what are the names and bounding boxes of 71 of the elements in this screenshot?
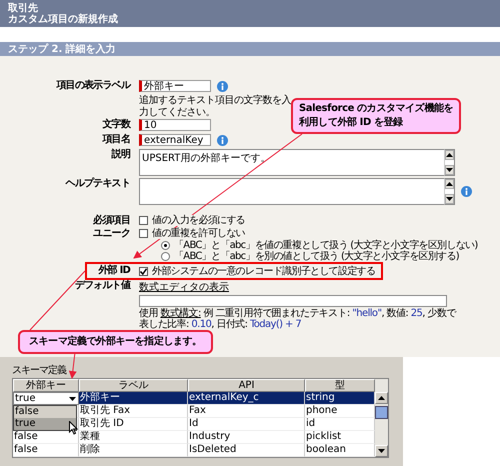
- column-header[interactable]: 外部キー: [13, 379, 79, 392]
- table-cell: externalKey_c: [188, 392, 305, 405]
- checkbox[interactable]: [139, 229, 148, 238]
- table-cell: phone: [305, 405, 375, 418]
- scrollbar-thumb[interactable]: [375, 406, 388, 419]
- scroll-up-icon[interactable]: [446, 153, 453, 157]
- radio-button[interactable]: [161, 252, 170, 261]
- info-icon[interactable]: [217, 80, 228, 92]
- checkmark-icon: [140, 268, 147, 274]
- formula-editor-link[interactable]: 数式エディタの表示: [139, 282, 229, 293]
- field-label: ヘルプテキスト: [66, 178, 130, 190]
- checkbox[interactable]: [139, 216, 148, 225]
- scroll-down-icon[interactable]: [378, 449, 385, 453]
- table-cell: 業種: [79, 431, 188, 444]
- table-cell: IsDeleted: [188, 444, 305, 457]
- cursor-icon: [69, 421, 78, 435]
- table-cell: 削除: [79, 444, 188, 457]
- option-text: 値の入力を必須にする: [152, 215, 246, 226]
- column-header[interactable]: ラベル: [79, 379, 188, 392]
- table-cell: 外部キー: [79, 392, 188, 405]
- scrollbar[interactable]: [375, 379, 388, 457]
- dropdown-option[interactable]: true: [14, 418, 76, 430]
- table-cell: 取引先 ID: [79, 418, 188, 431]
- field-label: デフォルト値: [74, 280, 130, 292]
- scroll-up-icon[interactable]: [446, 182, 453, 186]
- schema-title: スキーマ定義: [12, 364, 66, 378]
- table-cell: false: [13, 431, 79, 444]
- page-title: カスタム項目の新規作成: [8, 14, 119, 25]
- text-field[interactable]: 10: [139, 119, 211, 131]
- column-header[interactable]: 型: [305, 379, 375, 392]
- object-name: 取引先: [8, 3, 39, 14]
- table-cell: Id: [188, 418, 305, 431]
- info-icon[interactable]: [461, 186, 472, 197]
- text-field[interactable]: externalKey: [139, 134, 211, 146]
- checkbox[interactable]: [139, 266, 148, 276]
- option-text: 外部システムの一意のレコード識別子として設定する: [152, 266, 376, 276]
- dropdown-arrow-icon[interactable]: [69, 396, 76, 400]
- dropdown-field[interactable]: true: [13, 392, 79, 405]
- table-cell: id: [305, 418, 375, 431]
- field-label: 説明: [112, 149, 130, 161]
- arrow: [68, 352, 77, 379]
- table-cell: string: [305, 392, 375, 405]
- field-label: 文字数: [102, 119, 130, 131]
- field-label: 外部 ID: [98, 265, 130, 277]
- table-cell: Fax: [188, 405, 305, 418]
- usage-text: 使用 数式構文: 例 二重引用符で囲まれたテキスト: "hello", 数値: 25, 少数で表した比率: 0.10, 日付式: Today() + 7: [139, 308, 457, 330]
- scroll-up-icon[interactable]: [378, 396, 385, 400]
- option-text: 値の重複を許可しない: [152, 228, 246, 239]
- scrollbar[interactable]: [444, 149, 455, 176]
- scroll-down-icon[interactable]: [446, 197, 453, 201]
- radio-button[interactable]: [161, 241, 170, 250]
- field-label: 項目の表示ラベル: [56, 80, 130, 92]
- table-cell: false: [13, 444, 79, 457]
- scroll-down-icon[interactable]: [446, 168, 453, 172]
- scrollbar[interactable]: [444, 178, 455, 205]
- info-icon[interactable]: [217, 134, 228, 146]
- step-title: ステップ 2. 詳細を入力: [8, 42, 116, 56]
- syntax-link[interactable]: 数式構文:: [160, 308, 201, 319]
- callout: スキーマ定義で外部キーを指定します。: [18, 330, 213, 354]
- table-cell: picklist: [305, 431, 375, 444]
- hint-text: 追加するテキスト項目の文字数を入力してください。: [139, 95, 291, 119]
- field-label: 必須項目: [93, 214, 130, 226]
- field-label: ユニーク: [93, 228, 130, 240]
- default-value-field[interactable]: [139, 295, 447, 307]
- column-header[interactable]: API: [188, 379, 305, 392]
- callout: Salesforce のカスタマイズ機能を 利用して外部 ID を登録: [291, 98, 462, 134]
- text-area[interactable]: UPSERT用の外部キーです。: [139, 149, 444, 176]
- table-cell: 取引先 Fax: [79, 405, 188, 418]
- table-cell: Industry: [188, 431, 305, 444]
- field-label: 項目名: [102, 134, 130, 146]
- table-cell: boolean: [305, 444, 375, 457]
